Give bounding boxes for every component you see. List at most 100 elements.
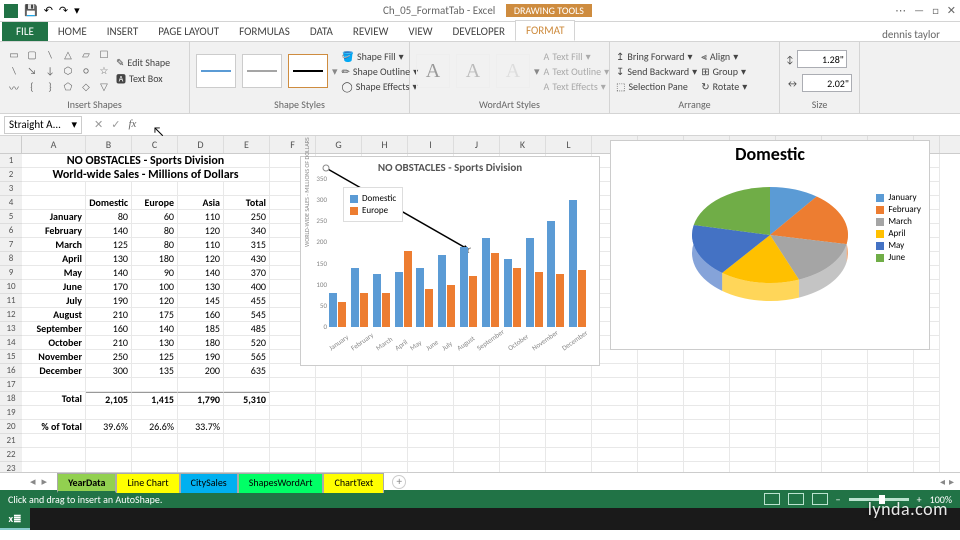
tab-view[interactable]: VIEW [398,22,442,41]
maximize-icon[interactable]: □ [932,4,939,17]
group-icon: ⊞ [701,65,709,78]
rotate-icon: ↻ [701,80,709,93]
tab-formulas[interactable]: FORMULAS [229,22,300,41]
text-effects-icon: A [544,80,550,93]
fill-icon: 🪣 [342,50,354,63]
row-headers[interactable]: 123456789101112131415161718192021222324 [0,154,22,472]
bar-chart-title[interactable]: NO OBSTACLES - Sports Division [301,161,599,174]
sheet-nav-next-icon[interactable]: ▸ [42,475,48,488]
rotate-button[interactable]: ↻Rotate ▾ [701,80,747,93]
tab-format[interactable]: FORMAT [515,20,575,41]
outline-icon: ✏ [342,65,350,78]
sheet-tab-citysales[interactable]: CitySales [180,473,238,493]
group-insert-shapes: ▭▢\△▱☐ \↘↓⬡○☆ 〰{}⬠◇▽ ✎Edit Shape 🅰Text B… [0,42,190,113]
shape-fill-button[interactable]: 🪣Shape Fill ▾ [342,50,419,63]
backward-icon: ↧ [616,65,624,78]
bar-legend[interactable]: Domestic Europe [343,187,403,222]
text-box-icon: 🅰 [116,71,126,86]
select-all-box[interactable] [0,136,22,154]
shape-style-gallery[interactable] [196,54,328,88]
shapes-gallery[interactable]: ▭▢\△▱☐ \↘↓⬡○☆ 〰{}⬠◇▽ [6,48,112,94]
tab-file[interactable]: FILE [2,22,48,41]
y-axis-label: WORLD-WIDE SALES - MILLIONS OF DOLLARS [303,137,311,247]
sheet-tab-bar: ◂ ▸ YearDataLine ChartCitySalesShapesWor… [0,472,960,490]
text-outline-button: AText Outline ▾ [544,65,610,78]
new-sheet-button[interactable]: + [392,475,406,489]
sheet-tab-line-chart[interactable]: Line Chart [116,473,179,493]
wa-gallery-more-icon[interactable]: ▾ [534,65,540,78]
sheet-tab-charttext[interactable]: ChartText [323,473,384,493]
tab-developer[interactable]: DEVELOPER [443,22,515,41]
text-box-button[interactable]: 🅰Text Box [116,71,170,86]
scroll-right-icon[interactable]: ▸ [949,475,954,488]
gallery-more-icon[interactable]: ▾ [332,65,338,78]
align-button[interactable]: ⫷Align ▾ [701,50,747,63]
group-arrange: ↥Bring Forward ▾ ↧Send Backward ▾ ⬚Selec… [610,42,780,113]
selection-icon: ⬚ [616,80,625,93]
width-icon: ↔ [786,77,799,90]
page-break-view-button[interactable] [812,493,828,505]
pie-legend[interactable]: JanuaryFebruaryMarchAprilMayJune [876,191,921,264]
tab-insert[interactable]: INSERT [97,22,149,41]
edit-shape-icon: ✎ [116,56,124,69]
shape-height-input[interactable] [797,50,847,68]
excel-taskbar-icon[interactable]: x≣ [0,508,30,530]
shape-effects-button[interactable]: ◯Shape Effects ▾ [342,80,419,93]
formula-bar: Straight A...▾ ✕ ✓ fx ↖ [0,114,960,136]
shape-width-input[interactable] [802,74,852,92]
tab-review[interactable]: REVIEW [343,22,399,41]
window-title: Ch_05_FormatTab - Excel DRAWING TOOLS [80,4,895,17]
undo-icon[interactable]: ↶ [44,4,53,17]
scroll-left-icon[interactable]: ◂ [940,475,945,488]
shape-outline-button[interactable]: ✏Shape Outline ▾ [342,65,419,78]
sheet-tab-yeardata[interactable]: YearData [57,473,116,493]
ribbon-options-icon[interactable]: ⋯ [895,4,906,17]
selection-pane-button[interactable]: ⬚Selection Pane [616,80,697,93]
ribbon-tabs: FILE HOME INSERT PAGE LAYOUT FORMULAS DA… [0,22,960,42]
redo-icon[interactable]: ↷ [59,4,68,17]
effects-icon: ◯ [342,80,353,93]
ribbon: ▭▢\△▱☐ \↘↓⬡○☆ 〰{}⬠◇▽ ✎Edit Shape 🅰Text B… [0,42,960,114]
title-bar: 💾 ↶ ↷ ▾ Ch_05_FormatTab - Excel DRAWING … [0,0,960,22]
tab-page-layout[interactable]: PAGE LAYOUT [148,22,229,41]
bring-forward-button[interactable]: ↥Bring Forward ▾ [616,50,697,63]
windows-taskbar: x≣ [0,508,960,530]
group-button[interactable]: ⊞Group ▾ [701,65,747,78]
text-fill-icon: A [544,50,550,63]
zoom-out-icon[interactable]: − [836,493,841,506]
height-icon: ↕ [786,53,794,66]
sheet-nav-prev-icon[interactable]: ◂ [30,475,36,488]
watermark: lynda.com [868,498,948,520]
close-icon[interactable]: ✕ [947,4,956,17]
pie-plot[interactable] [670,171,870,321]
text-fill-button: AText Fill ▾ [544,50,610,63]
save-icon[interactable]: 💾 [24,4,38,17]
pie-chart-title[interactable]: Domestic [611,143,929,165]
quick-access-toolbar: 💾 ↶ ↷ ▾ [4,4,80,18]
forward-icon: ↥ [616,50,624,63]
excel-icon [4,4,18,18]
align-icon: ⫷ [701,50,707,63]
bar-chart[interactable]: NO OBSTACLES - Sports Division WORLD-WID… [300,156,600,366]
pie-chart[interactable]: Domestic JanuaryFebruaryMarchAprilMayJun… [610,140,930,350]
fx-icon[interactable]: fx [128,118,136,131]
group-shape-styles: ▾ 🪣Shape Fill ▾ ✏Shape Outline ▾ ◯Shape … [190,42,410,113]
minimize-icon[interactable]: — [914,4,924,17]
cancel-formula-icon[interactable]: ✕ [94,118,103,131]
context-tab-drawing-tools: DRAWING TOOLS [506,4,592,17]
user-name[interactable]: dennis taylor [882,28,940,41]
tab-data[interactable]: DATA [300,22,343,41]
worksheet-grid[interactable]: ABCDEFGHIJKLMNOPQRST 1234567891011121314… [0,136,960,472]
send-backward-button[interactable]: ↧Send Backward ▾ [616,65,697,78]
enter-formula-icon[interactable]: ✓ [111,118,120,131]
edit-shape-button[interactable]: ✎Edit Shape [116,56,170,69]
text-outline-icon: A [544,65,550,78]
tab-home[interactable]: HOME [48,22,97,41]
group-wordart-styles: AAA ▾ AText Fill ▾ AText Outline ▾ AText… [410,42,610,113]
group-size: ↕ ↔ Size [780,42,860,113]
wordart-gallery[interactable]: AAA [416,54,530,88]
normal-view-button[interactable] [764,493,780,505]
sheet-tab-shapeswordart[interactable]: ShapesWordArt [238,473,324,493]
name-box[interactable]: Straight A...▾ [4,116,82,134]
page-layout-view-button[interactable] [788,493,804,505]
